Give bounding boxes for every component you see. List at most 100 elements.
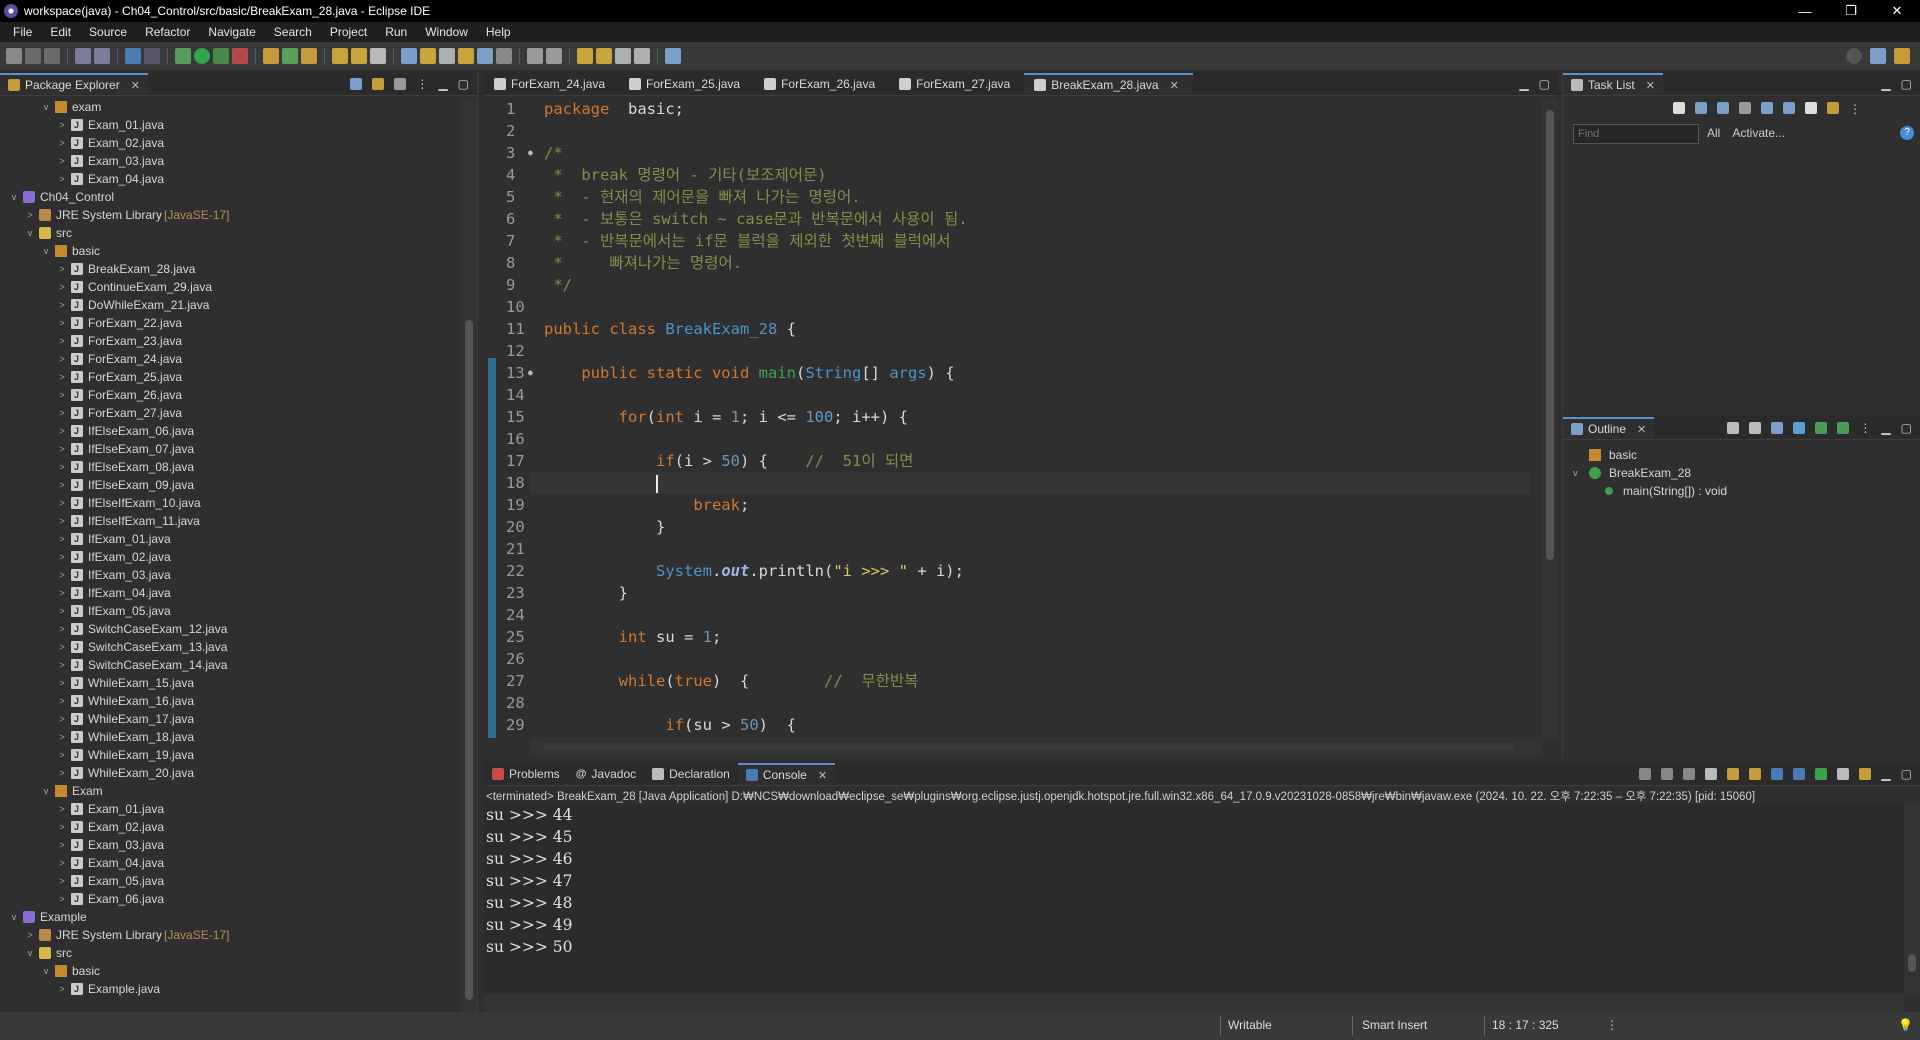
tree-file-item[interactable]: > WhileExam_18.java: [0, 728, 462, 746]
chevron-right-icon[interactable]: >: [56, 728, 68, 746]
code-line[interactable]: public class BreakExam_28 {: [530, 318, 1530, 340]
tree-file-item[interactable]: > ContinueExam_29.java: [0, 278, 462, 296]
focus-icon[interactable]: [394, 78, 407, 90]
code-line[interactable]: for(int i = 1; i <= 100; i++) {: [530, 406, 1530, 428]
tree-file-item[interactable]: > DoWhileExam_21.java: [0, 296, 462, 314]
code-line[interactable]: [530, 648, 1530, 670]
clear-console-icon[interactable]: [1705, 768, 1718, 780]
chevron-right-icon[interactable]: >: [56, 116, 68, 134]
pin-console-icon[interactable]: [1815, 768, 1828, 780]
chevron-right-icon[interactable]: >: [56, 656, 68, 674]
scroll-lock-icon[interactable]: [1727, 768, 1740, 780]
save-all-icon[interactable]: [44, 48, 60, 64]
menu-run[interactable]: Run: [376, 25, 416, 39]
chevron-right-icon[interactable]: >: [56, 530, 68, 548]
tab-task-list[interactable]: Task List ✕: [1563, 73, 1663, 95]
chevron-right-icon[interactable]: >: [56, 350, 68, 368]
chevron-right-icon[interactable]: >: [56, 260, 68, 278]
tree-file-item[interactable]: > WhileExam_17.java: [0, 710, 462, 728]
code-line[interactable]: }: [530, 582, 1530, 604]
code-line[interactable]: [530, 120, 1530, 142]
run-icon[interactable]: [194, 48, 210, 64]
open-perspective-icon[interactable]: [1870, 48, 1886, 64]
tab-problems[interactable]: Problems: [484, 763, 568, 785]
editor-tab[interactable]: ForExam_25.java: [619, 73, 754, 95]
tree-file-item[interactable]: > IfElseExam_07.java: [0, 440, 462, 458]
remove-all-terminated-icon[interactable]: [1683, 768, 1696, 780]
close-icon[interactable]: ✕: [1170, 79, 1179, 92]
code-line[interactable]: [530, 692, 1530, 714]
chevron-down-icon[interactable]: v: [40, 782, 52, 800]
terminate-icon[interactable]: [1639, 768, 1652, 780]
chevron-right-icon[interactable]: >: [56, 746, 68, 764]
tree-file-item[interactable]: > IfExam_05.java: [0, 602, 462, 620]
chevron-right-icon[interactable]: >: [56, 512, 68, 530]
minimize-button[interactable]: —: [1782, 0, 1828, 22]
code-line[interactable]: if(su > 50) {: [530, 714, 1530, 736]
highlight-icon[interactable]: [420, 48, 436, 64]
view-menu-icon[interactable]: ⋮: [1859, 421, 1871, 435]
code-line[interactable]: * - 현재의 제어문을 빠져 나가는 명령어.: [530, 186, 1530, 208]
tree-file-item[interactable]: > Exam_04.java: [0, 170, 462, 188]
tree-file-item[interactable]: > IfExam_02.java: [0, 548, 462, 566]
filter-all-link[interactable]: All: [1707, 126, 1720, 140]
tree-file-item[interactable]: > IfElseExam_09.java: [0, 476, 462, 494]
scrollbar-thumb[interactable]: [544, 743, 1514, 751]
code-line[interactable]: * break 명령어 - 기타(보조제어문): [530, 164, 1530, 186]
tree-file-item[interactable]: > Exam_02.java: [0, 134, 462, 152]
menu-edit[interactable]: Edit: [41, 25, 80, 39]
hide-static-icon[interactable]: [1815, 422, 1828, 434]
open-folder-icon[interactable]: [351, 48, 367, 64]
tab-outline[interactable]: Outline ✕: [1563, 417, 1655, 439]
tree-file-item[interactable]: > IfElseExam_06.java: [0, 422, 462, 440]
chevron-right-icon[interactable]: >: [56, 800, 68, 818]
chevron-right-icon[interactable]: >: [56, 368, 68, 386]
java-perspective-icon[interactable]: [1894, 48, 1910, 64]
tab-declaration[interactable]: Declaration: [644, 763, 738, 785]
block-selection-icon[interactable]: [439, 48, 455, 64]
menu-help[interactable]: Help: [477, 25, 520, 39]
chevron-right-icon[interactable]: >: [56, 818, 68, 836]
tree-file-item[interactable]: > Exam_01.java: [0, 116, 462, 134]
hide-completed-icon[interactable]: [1739, 102, 1751, 114]
tree-folder-item[interactable]: v src: [0, 944, 462, 962]
close-icon[interactable]: ✕: [818, 769, 827, 782]
coverage-icon[interactable]: [213, 48, 229, 64]
new-package-icon[interactable]: [282, 48, 298, 64]
editor-tab[interactable]: ForExam_24.java: [484, 73, 619, 95]
code-line[interactable]: [530, 296, 1530, 318]
chevron-right-icon[interactable]: >: [56, 872, 68, 890]
open-console-icon[interactable]: [1859, 768, 1872, 780]
close-window-button[interactable]: ✕: [1874, 0, 1920, 22]
new-icon[interactable]: [6, 48, 22, 64]
hide-non-public-icon[interactable]: [1837, 422, 1850, 434]
chevron-right-icon[interactable]: >: [56, 836, 68, 854]
search-icon[interactable]: [1846, 48, 1862, 64]
chevron-right-icon[interactable]: >: [56, 566, 68, 584]
chevron-right-icon[interactable]: >: [24, 926, 36, 944]
scrollbar-thumb[interactable]: [1908, 954, 1916, 972]
tree-folder-item[interactable]: v Exam: [0, 782, 462, 800]
chevron-right-icon[interactable]: >: [56, 440, 68, 458]
debug-icon[interactable]: [175, 48, 191, 64]
chevron-right-icon[interactable]: >: [56, 458, 68, 476]
pilcrow-icon[interactable]: [496, 48, 512, 64]
minimize-icon[interactable]: ▁: [1881, 421, 1890, 435]
chevron-right-icon[interactable]: >: [56, 314, 68, 332]
tree-file-item[interactable]: > SwitchCaseExam_13.java: [0, 638, 462, 656]
show-whitespace-icon[interactable]: [477, 48, 493, 64]
word-wrap-icon[interactable]: [1749, 768, 1762, 780]
redo-icon[interactable]: [94, 48, 110, 64]
chevron-down-icon[interactable]: v: [40, 962, 52, 980]
chevron-right-icon[interactable]: >: [56, 548, 68, 566]
maximize-icon[interactable]: ▢: [1901, 767, 1912, 781]
editor-tab[interactable]: BreakExam_28.java ✕: [1024, 73, 1193, 95]
close-icon[interactable]: ✕: [1637, 423, 1646, 436]
code-line[interactable]: * 빠져나가는 명령어.: [530, 252, 1530, 274]
tree-file-item[interactable]: > ForExam_22.java: [0, 314, 462, 332]
chevron-right-icon[interactable]: >: [56, 584, 68, 602]
tree-folder-item[interactable]: > JRE System Library [JavaSE-17]: [0, 926, 462, 944]
chevron-right-icon[interactable]: >: [56, 404, 68, 422]
next-annotation-icon[interactable]: [527, 48, 543, 64]
help-icon[interactable]: ?: [1900, 126, 1914, 140]
